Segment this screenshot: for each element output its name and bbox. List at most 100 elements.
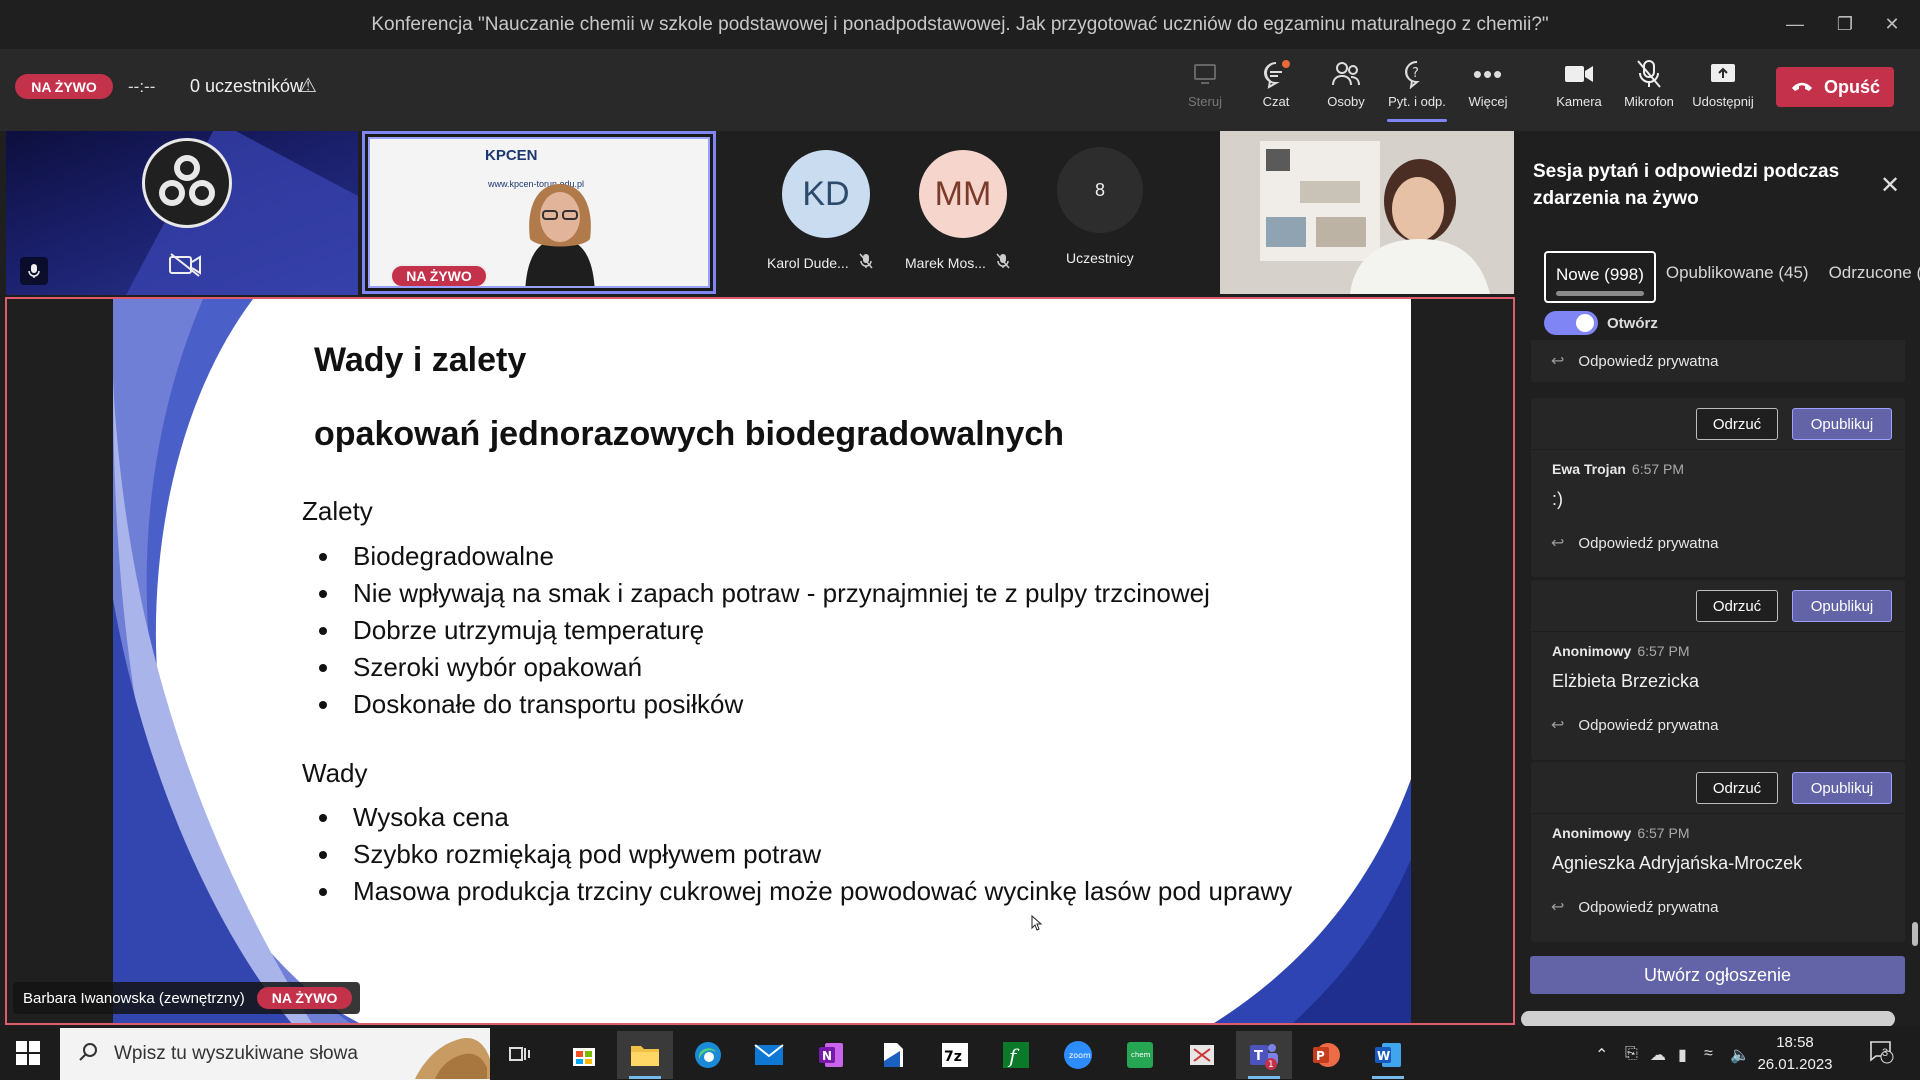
share-button[interactable]: Udostępnij: [1687, 56, 1759, 120]
people-button[interactable]: Osoby: [1310, 56, 1382, 120]
mail-icon[interactable]: [741, 1031, 797, 1079]
private-reply-button[interactable]: ↩ Odpowiedź prywatna: [1531, 704, 1905, 746]
list-item: Dobrze utrzymują temperaturę: [319, 612, 1210, 649]
device-icon[interactable]: ⎘: [1625, 1045, 1638, 1063]
video-tile-kpcen[interactable]: KPCEN www.kpcen-torun.edu.pl NA ŻYWO: [362, 131, 716, 294]
chemistry-app-icon[interactable]: chem: [1112, 1031, 1168, 1079]
snipping-tool-icon[interactable]: [1174, 1031, 1230, 1079]
hang-up-icon: [1790, 77, 1814, 98]
volume-icon[interactable]: 🔈: [1730, 1045, 1750, 1065]
powerpoint-icon[interactable]: P: [1298, 1031, 1354, 1079]
reply-icon: ↩: [1551, 899, 1565, 916]
qa-panel: Sesja pytań i odpowiedzi podczas zdarzen…: [1518, 131, 1920, 1026]
more-participants-avatar[interactable]: 8: [1057, 147, 1143, 233]
restore-icon[interactable]: ❐: [1825, 10, 1865, 38]
speaker-video: [525, 184, 595, 286]
tab-new[interactable]: Nowe (998): [1544, 251, 1656, 303]
private-reply-button[interactable]: ↩ Odpowiedź prywatna: [1531, 340, 1905, 382]
document-scanner-icon[interactable]: [865, 1031, 921, 1079]
reply-icon: ↩: [1551, 717, 1565, 734]
attendee-count: 0 uczestników: [190, 76, 304, 96]
open-toggle-label: Otwórz: [1607, 315, 1658, 332]
file-explorer-icon[interactable]: [617, 1031, 673, 1079]
reject-button[interactable]: Odrzuć: [1696, 590, 1778, 622]
participant-name: Marek Mos...: [905, 253, 1010, 272]
window-titlebar: Konferencja "Nauczanie chemii w szkole p…: [0, 0, 1920, 49]
window-title: Konferencja "Nauczanie chemii w szkole p…: [371, 13, 1549, 35]
chat-button[interactable]: Czat: [1240, 56, 1312, 120]
mic-icon: [20, 257, 48, 285]
question-text: Agnieszka Adryjańska-Mroczek: [1552, 853, 1803, 873]
participants-label: Uczestnicy: [1066, 250, 1134, 266]
close-icon[interactable]: ✕: [1880, 171, 1900, 200]
network-error-icon[interactable]: ☁: [1650, 1045, 1666, 1065]
tray-chevron-icon[interactable]: ⌃: [1595, 1045, 1608, 1065]
search-icon: [78, 1042, 98, 1067]
reply-icon: ↩: [1551, 353, 1565, 370]
store-icon[interactable]: [556, 1031, 612, 1079]
people-icon: [1331, 56, 1361, 92]
reject-button[interactable]: Odrzuć: [1696, 408, 1778, 440]
qa-panel-title: Sesja pytań i odpowiedzi podczas zdarzen…: [1533, 161, 1840, 209]
question-author: Ewa Trojan 6:57 PM: [1552, 461, 1685, 477]
private-reply-button[interactable]: ↩ Odpowiedź prywatna: [1531, 886, 1905, 928]
leave-button[interactable]: Opuść: [1776, 67, 1894, 107]
video-tile-participant[interactable]: [1220, 131, 1514, 294]
warning-icon[interactable]: ⚠: [299, 73, 317, 98]
shared-screen[interactable]: Wady i zalety opakowań jednorazowych bio…: [5, 297, 1515, 1025]
battery-icon[interactable]: ▮: [1678, 1045, 1687, 1065]
slide-title: Wady i zalety: [314, 341, 527, 379]
tab-rejected[interactable]: Odrzucone (: [1819, 251, 1920, 303]
minimize-icon[interactable]: —: [1775, 10, 1815, 38]
active-tab-indicator: [1387, 119, 1447, 122]
camera-button[interactable]: Kamera: [1543, 56, 1615, 120]
wifi-icon[interactable]: ≈: [1704, 1045, 1713, 1063]
onenote-icon[interactable]: N: [803, 1031, 859, 1079]
taskbar-search-input[interactable]: Wpisz tu wyszukiwane słowa: [60, 1028, 490, 1080]
video-tile-obs[interactable]: [6, 131, 358, 295]
reject-button[interactable]: Odrzuć: [1696, 772, 1778, 804]
7zip-icon[interactable]: 7z: [927, 1031, 983, 1079]
word-icon[interactable]: W: [1360, 1031, 1416, 1079]
slide-subtitle: opakowań jednorazowych biodegradowalnych: [314, 415, 1065, 453]
zoom-icon[interactable]: zoom: [1050, 1031, 1106, 1079]
share-control-button[interactable]: Steruj: [1169, 56, 1241, 120]
microphone-button[interactable]: Mikrofon: [1613, 56, 1685, 120]
vertical-scrollbar[interactable]: [1912, 922, 1918, 946]
windows-start-icon[interactable]: [16, 1041, 40, 1070]
open-toggle[interactable]: [1544, 311, 1598, 335]
system-clock[interactable]: 18:58 26.01.2023: [1755, 1032, 1835, 1076]
horizontal-scrollbar[interactable]: [1521, 1011, 1895, 1027]
avatar[interactable]: KD: [782, 150, 870, 238]
formula-app-icon[interactable]: f: [988, 1031, 1044, 1079]
svg-text:zoom: zoom: [1069, 1051, 1091, 1060]
publish-button[interactable]: Opublikuj: [1792, 772, 1892, 804]
svg-text:chem: chem: [1131, 1051, 1151, 1059]
avatar[interactable]: MM: [919, 150, 1007, 238]
presenter-name: Barbara Iwanowska (zewnętrzny): [23, 989, 245, 1007]
svg-text:T: T: [1254, 1049, 1263, 1064]
reply-icon: ↩: [1551, 535, 1565, 552]
teams-icon[interactable]: T1: [1236, 1031, 1292, 1079]
close-window-icon[interactable]: ✕: [1872, 10, 1912, 38]
tab-published[interactable]: Opublikowane (45): [1656, 251, 1819, 303]
publish-button[interactable]: Opublikuj: [1792, 590, 1892, 622]
private-reply-button[interactable]: ↩ Odpowiedź prywatna: [1531, 522, 1905, 564]
edge-icon[interactable]: [680, 1031, 736, 1079]
notification-center-icon[interactable]: 3: [1868, 1040, 1894, 1069]
svg-text:?: ?: [1412, 66, 1419, 81]
qa-button[interactable]: ? Pyt. i odp.: [1381, 56, 1453, 122]
pros-list: Biodegradowalne Nie wpływają na smak i z…: [319, 538, 1210, 723]
svg-text:N: N: [822, 1049, 832, 1063]
obs-logo-icon: [142, 138, 232, 228]
more-button[interactable]: ••• Więcej: [1452, 56, 1524, 120]
task-view-icon[interactable]: [492, 1031, 548, 1079]
camera-icon: [1564, 56, 1594, 92]
live-badge: NA ŻYWO: [390, 264, 488, 286]
publish-button[interactable]: Opublikuj: [1792, 408, 1892, 440]
create-announcement-button[interactable]: Utwórz ogłoszenie: [1530, 956, 1905, 994]
participant-video: [1220, 131, 1514, 294]
mic-off-icon: [996, 253, 1010, 272]
search-highlight-icon: [415, 1038, 490, 1079]
chat-icon: [1261, 56, 1291, 92]
